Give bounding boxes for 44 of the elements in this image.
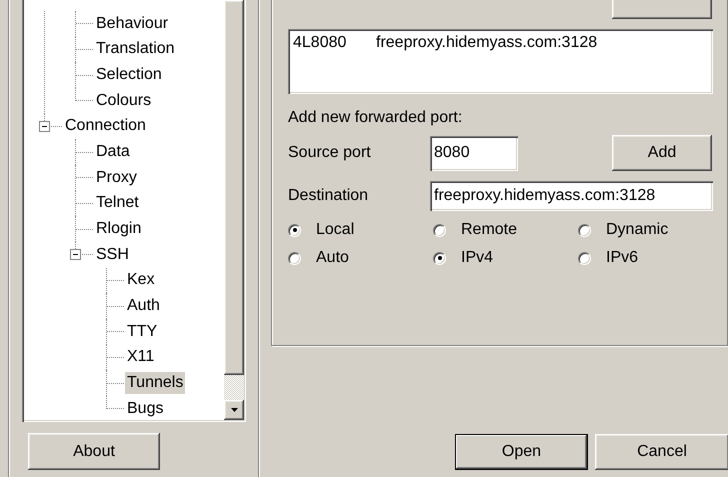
radio-label[interactable]: IPv6 (606, 249, 638, 267)
tree-item[interactable]: X11 (125, 346, 156, 368)
tree-item[interactable]: Translation (94, 38, 177, 60)
radio-button[interactable] (288, 224, 301, 236)
radio-label[interactable]: Remote (461, 221, 518, 239)
collapse-icon[interactable] (70, 248, 81, 260)
tree-item[interactable]: Tunnels (125, 372, 186, 394)
radio-button[interactable] (578, 224, 591, 236)
source-port-field[interactable]: 8080 (430, 136, 518, 170)
destination-cell[interactable]: freeproxy.hidemyass.com:3128 (376, 34, 598, 52)
add-button[interactable]: Add (612, 135, 712, 171)
section-heading: Add new forwarded port: (288, 108, 464, 128)
tree-item[interactable]: Data (94, 141, 132, 164)
about-button[interactable]: About (28, 433, 160, 470)
radio-label[interactable]: IPv4 (461, 249, 494, 267)
collapse-icon[interactable] (39, 120, 50, 132)
down-arrow-icon (230, 408, 238, 412)
tree-item[interactable]: Kex (125, 269, 157, 292)
tree-item[interactable]: Selection (94, 64, 164, 86)
dialog-button[interactable]: Cancel (595, 434, 728, 470)
radio-button[interactable] (433, 224, 446, 236)
radio-button[interactable] (578, 252, 591, 264)
radio-label[interactable]: Local (316, 221, 354, 239)
field-label: Destination (288, 187, 370, 205)
field-label: Source port (288, 144, 372, 162)
source-cell[interactable]: 4L8080 (293, 34, 376, 52)
tree-item[interactable]: Proxy (94, 166, 139, 189)
radio-button[interactable] (288, 252, 301, 264)
tree-item[interactable]: TTY (125, 320, 160, 343)
radio-label[interactable]: Auto (316, 249, 349, 267)
destination-field[interactable]: freeproxy.hidemyass.com:3128 (430, 181, 713, 211)
tree-item[interactable]: Colours (94, 90, 154, 112)
tree-item[interactable]: Connection (63, 115, 148, 138)
tree-item[interactable]: Bugs (125, 398, 166, 420)
tree-item[interactable]: Telnet (94, 192, 141, 214)
radio-label[interactable]: Dynamic (606, 221, 668, 239)
tree-item[interactable]: SSH (94, 244, 131, 266)
radio-button[interactable] (433, 252, 446, 264)
dialog-button[interactable]: Open (455, 434, 588, 470)
tree-item[interactable]: Behaviour (94, 12, 170, 35)
scroll-thumb[interactable] (224, 0, 244, 375)
tree-item[interactable]: Rlogin (94, 218, 144, 240)
scroll-down-button[interactable] (224, 400, 244, 420)
tree-item[interactable]: Auth (125, 295, 162, 318)
